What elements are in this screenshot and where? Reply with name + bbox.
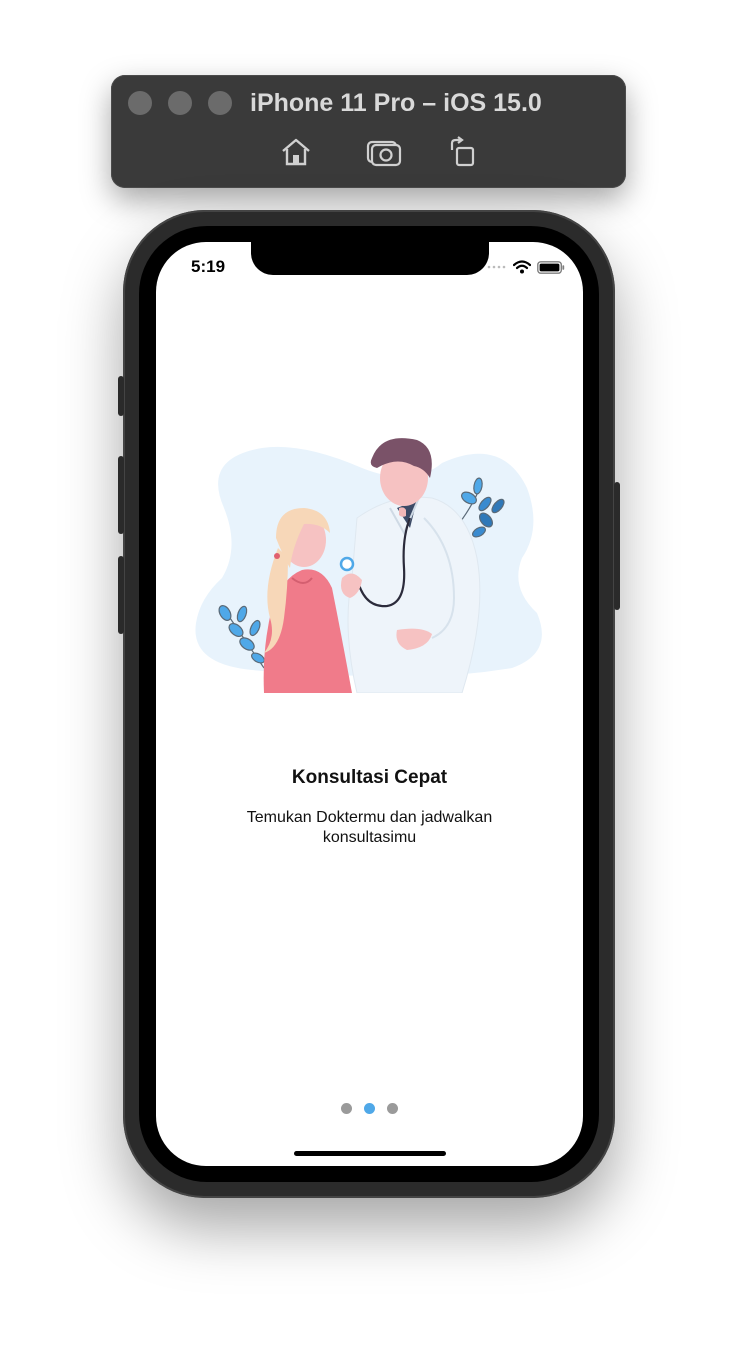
status-time: 5:19	[191, 257, 226, 276]
home-button[interactable]	[279, 136, 313, 168]
signal-icon	[487, 265, 506, 269]
home-icon	[282, 138, 310, 166]
home-indicator[interactable]	[294, 1151, 446, 1156]
onboarding-subtitle: Temukan Doktermu dan jadwalkan konsultas…	[246, 809, 493, 846]
simulator-title: iPhone 11 Pro – iOS 15.0	[250, 89, 542, 117]
screenshot-button[interactable]	[366, 136, 402, 168]
zoom-window-button[interactable]	[208, 91, 232, 115]
volume-up-button	[118, 456, 124, 534]
page-dot-1[interactable]	[341, 1103, 352, 1114]
page-dot-3[interactable]	[387, 1103, 398, 1114]
battery-icon	[537, 260, 565, 274]
close-window-button[interactable]	[128, 91, 152, 115]
status-icons	[487, 260, 565, 274]
wifi-icon	[513, 260, 531, 274]
mute-switch	[118, 376, 124, 416]
rotate-button[interactable]	[447, 136, 481, 168]
doctor-consultation-illustration	[195, 438, 542, 693]
onboarding-title: Konsultasi Cepat	[291, 767, 448, 788]
minimize-window-button[interactable]	[168, 91, 192, 115]
screenshot-icon	[366, 140, 402, 167]
volume-down-button	[118, 556, 124, 634]
phone-screen: 5:19 Konsultasi Cepat Temukan Doktermu d…	[156, 242, 583, 1166]
notch	[251, 242, 489, 275]
page-indicator[interactable]	[156, 1103, 583, 1114]
rotate-icon	[450, 136, 475, 167]
page-dot-2-active[interactable]	[364, 1103, 375, 1114]
power-button	[614, 482, 620, 610]
